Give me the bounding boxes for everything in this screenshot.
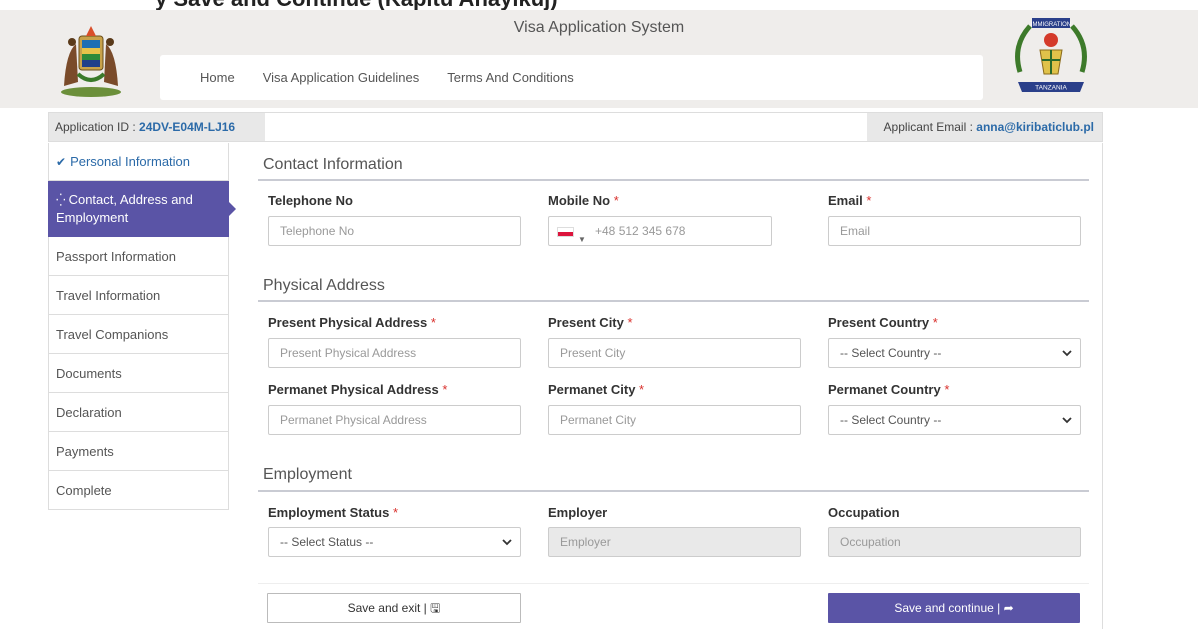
- banner-cut-text: y Save and Continue (Kapitu Anayikuj): [155, 0, 558, 10]
- permanent-country-label: Permanet Country *: [828, 382, 950, 397]
- present-country-select[interactable]: -- Select Country --: [828, 338, 1081, 368]
- application-id: Application ID : 24DV-E04M-LJ16: [49, 113, 265, 141]
- application-info-bar: Application ID : 24DV-E04M-LJ16 Applican…: [48, 112, 1103, 142]
- permanent-city-label: Permanet City *: [548, 382, 645, 397]
- section-title-contact: Contact Information: [263, 156, 403, 173]
- top-nav: Home Visa Application Guidelines Terms A…: [160, 55, 983, 100]
- nav-home[interactable]: Home: [200, 70, 235, 85]
- mobile-input[interactable]: ▼ +48 512 345 678: [548, 216, 772, 246]
- step-documents[interactable]: Documents: [48, 354, 229, 393]
- nav-visa-guidelines[interactable]: Visa Application Guidelines: [263, 70, 420, 85]
- step-contact-address-employment[interactable]: ⁛ Contact, Address and Employment: [48, 181, 236, 237]
- telephone-label: Telephone No: [268, 193, 353, 208]
- step-travel-information[interactable]: Travel Information: [48, 276, 229, 315]
- employment-status-label: Employment Status *: [268, 505, 399, 520]
- step-complete[interactable]: Complete: [48, 471, 229, 510]
- section-divider: [258, 179, 1089, 181]
- wizard-steps: ✔ Personal Information ⁛ Contact, Address …: [48, 143, 236, 510]
- applicant-email: Applicant Email : anna@kiribaticlub.pl: [867, 113, 1102, 141]
- present-city-label: Present City *: [548, 315, 633, 330]
- spinner-icon: ⁛: [56, 192, 66, 207]
- step-travel-companions[interactable]: Travel Companions: [48, 315, 229, 354]
- present-address-label: Present Physical Address *: [268, 315, 436, 330]
- email-label: Email *: [828, 193, 872, 208]
- caret-down-icon: ▼: [578, 235, 586, 244]
- step-declaration[interactable]: Declaration: [48, 393, 229, 432]
- permanent-city-input[interactable]: Permanet City: [548, 405, 801, 435]
- application-id-value: 24DV-E04M-LJ16: [139, 120, 236, 134]
- telephone-input[interactable]: Telephone No: [268, 216, 521, 246]
- permanent-address-input[interactable]: Permanet Physical Address: [268, 405, 521, 435]
- immigration-logo-text: IMMIGRATION: [1031, 22, 1071, 28]
- section-title-address: Physical Address: [263, 277, 385, 294]
- form-footer-divider: [258, 583, 1089, 584]
- chevron-down-icon: [1062, 417, 1072, 424]
- employer-label: Employer: [548, 505, 608, 520]
- top-banner-strip: y Save and Continue (Kapitu Anayikuj): [0, 0, 1198, 10]
- email-input[interactable]: Email: [828, 216, 1081, 246]
- immigration-logo-banner: TANZANIA: [1035, 85, 1067, 92]
- present-country-label: Present Country *: [828, 315, 938, 330]
- present-address-input[interactable]: Present Physical Address: [268, 338, 521, 368]
- step-passport-information[interactable]: Passport Information: [48, 237, 229, 276]
- mobile-label: Mobile No *: [548, 193, 619, 208]
- applicant-email-value: anna@kiribaticlub.pl: [976, 120, 1094, 134]
- chevron-down-icon: [502, 539, 512, 546]
- step-payments[interactable]: Payments: [48, 432, 229, 471]
- check-icon: ✔: [56, 154, 67, 169]
- nav-terms[interactable]: Terms And Conditions: [447, 70, 573, 85]
- occupation-input[interactable]: Occupation: [828, 527, 1081, 557]
- section-divider: [258, 490, 1089, 492]
- section-title-employment: Employment: [263, 466, 352, 483]
- save-and-exit-button[interactable]: Save and exit | 🖫: [267, 593, 521, 623]
- employer-input[interactable]: Employer: [548, 527, 801, 557]
- chevron-down-icon: [1062, 350, 1072, 357]
- present-city-input[interactable]: Present City: [548, 338, 801, 368]
- occupation-label: Occupation: [828, 505, 900, 520]
- step-personal-information[interactable]: ✔ Personal Information: [48, 143, 229, 181]
- immigration-logo: IMMIGRATION TANZANIA: [1015, 18, 1087, 92]
- poland-flag-icon[interactable]: [557, 227, 574, 237]
- permanent-address-label: Permanet Physical Address *: [268, 382, 448, 397]
- save-and-continue-button[interactable]: Save and continue | ➦: [828, 593, 1080, 623]
- employment-status-select[interactable]: -- Select Status --: [268, 527, 521, 557]
- site-header: Visa Application System Home Visa Applic…: [0, 10, 1198, 108]
- permanent-country-select[interactable]: -- Select Country --: [828, 405, 1081, 435]
- mobile-placeholder: +48 512 345 678: [595, 224, 686, 238]
- section-divider: [258, 300, 1089, 302]
